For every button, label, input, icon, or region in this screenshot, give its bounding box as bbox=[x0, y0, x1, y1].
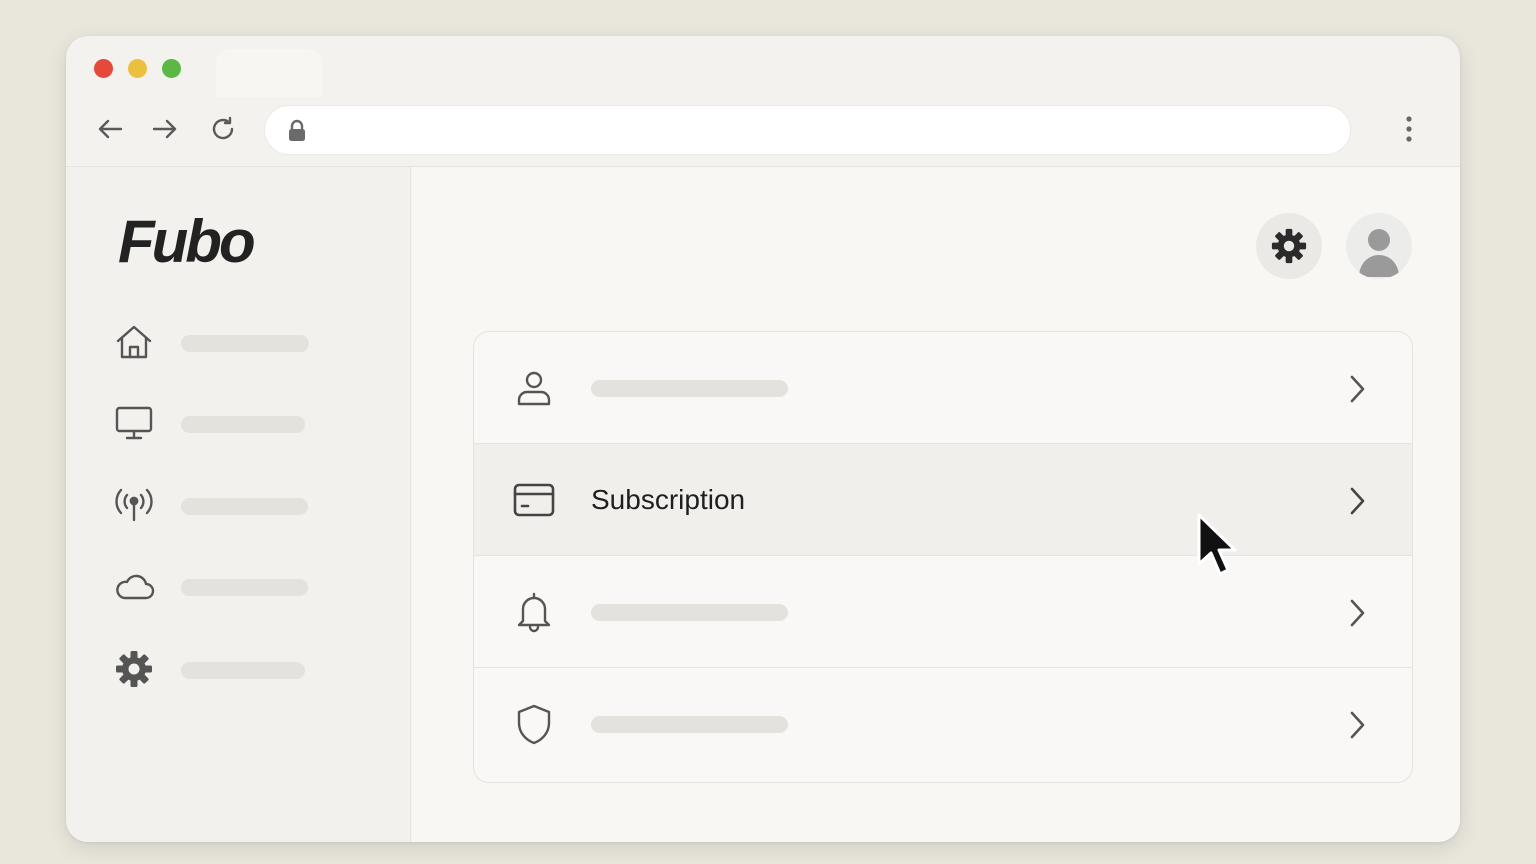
cloud-icon bbox=[116, 574, 155, 600]
profile-button[interactable] bbox=[1346, 213, 1412, 279]
shield-icon bbox=[517, 704, 551, 745]
sidebar-item-label bbox=[181, 662, 305, 679]
home-icon bbox=[116, 325, 152, 359]
minimize-window-button[interactable] bbox=[128, 59, 147, 78]
row-label bbox=[591, 716, 788, 733]
chevron-right-icon bbox=[1350, 599, 1365, 627]
settings-button[interactable] bbox=[1256, 213, 1322, 279]
settings-row-profile[interactable] bbox=[474, 332, 1412, 444]
fubo-logo[interactable]: Fubo bbox=[118, 207, 256, 276]
sidebar-item-live[interactable] bbox=[112, 480, 362, 530]
browser-window: Fubo Subscription bbox=[66, 36, 1460, 842]
bell-icon bbox=[517, 592, 551, 633]
sidebar-item-home[interactable] bbox=[112, 317, 362, 367]
sidebar-item-label bbox=[181, 579, 308, 596]
row-label: Subscription bbox=[591, 484, 746, 515]
sidebar-item-label bbox=[181, 416, 305, 433]
page-content: Fubo Subscription bbox=[66, 166, 1460, 842]
back-button[interactable] bbox=[92, 111, 128, 147]
sidebar: Fubo bbox=[66, 167, 411, 842]
settings-row-notifications[interactable] bbox=[474, 556, 1412, 668]
reload-button[interactable] bbox=[205, 111, 241, 147]
user-icon bbox=[517, 371, 551, 406]
close-window-button[interactable] bbox=[94, 59, 113, 78]
row-label bbox=[591, 604, 788, 621]
arrow-left-icon bbox=[98, 119, 123, 139]
chevron-right-icon bbox=[1350, 487, 1365, 515]
credit-card-icon bbox=[513, 483, 555, 517]
title-bar bbox=[66, 36, 1460, 97]
browser-toolbar bbox=[66, 92, 1460, 166]
gear-icon bbox=[1271, 228, 1307, 264]
sidebar-item-label bbox=[181, 498, 308, 515]
arrow-right-icon bbox=[152, 119, 177, 139]
settings-row-subscription[interactable]: Subscription bbox=[474, 444, 1412, 556]
main-panel: Subscription bbox=[412, 167, 1460, 842]
broadcast-icon bbox=[115, 488, 153, 522]
chevron-right-icon bbox=[1350, 375, 1365, 403]
sidebar-item-tv[interactable] bbox=[112, 398, 362, 448]
url-input[interactable] bbox=[321, 106, 1321, 154]
chevron-right-icon bbox=[1350, 711, 1365, 739]
settings-row-privacy[interactable] bbox=[474, 668, 1412, 780]
monitor-icon bbox=[115, 406, 153, 440]
address-bar[interactable] bbox=[264, 105, 1351, 155]
gear-icon bbox=[116, 651, 152, 687]
maximize-window-button[interactable] bbox=[162, 59, 181, 78]
sidebar-item-settings[interactable] bbox=[112, 644, 362, 694]
reload-icon bbox=[212, 116, 234, 140]
sidebar-item-cloud[interactable] bbox=[112, 561, 362, 611]
user-avatar-icon bbox=[1359, 229, 1399, 277]
browser-tab[interactable] bbox=[216, 49, 322, 97]
sidebar-item-label bbox=[181, 335, 309, 352]
account-settings-list: Subscription bbox=[473, 331, 1413, 783]
lock-icon bbox=[289, 119, 305, 141]
browser-menu-button[interactable] bbox=[1394, 111, 1424, 147]
row-label bbox=[591, 380, 788, 397]
forward-button[interactable] bbox=[147, 111, 183, 147]
kebab-menu-icon bbox=[1406, 116, 1412, 142]
